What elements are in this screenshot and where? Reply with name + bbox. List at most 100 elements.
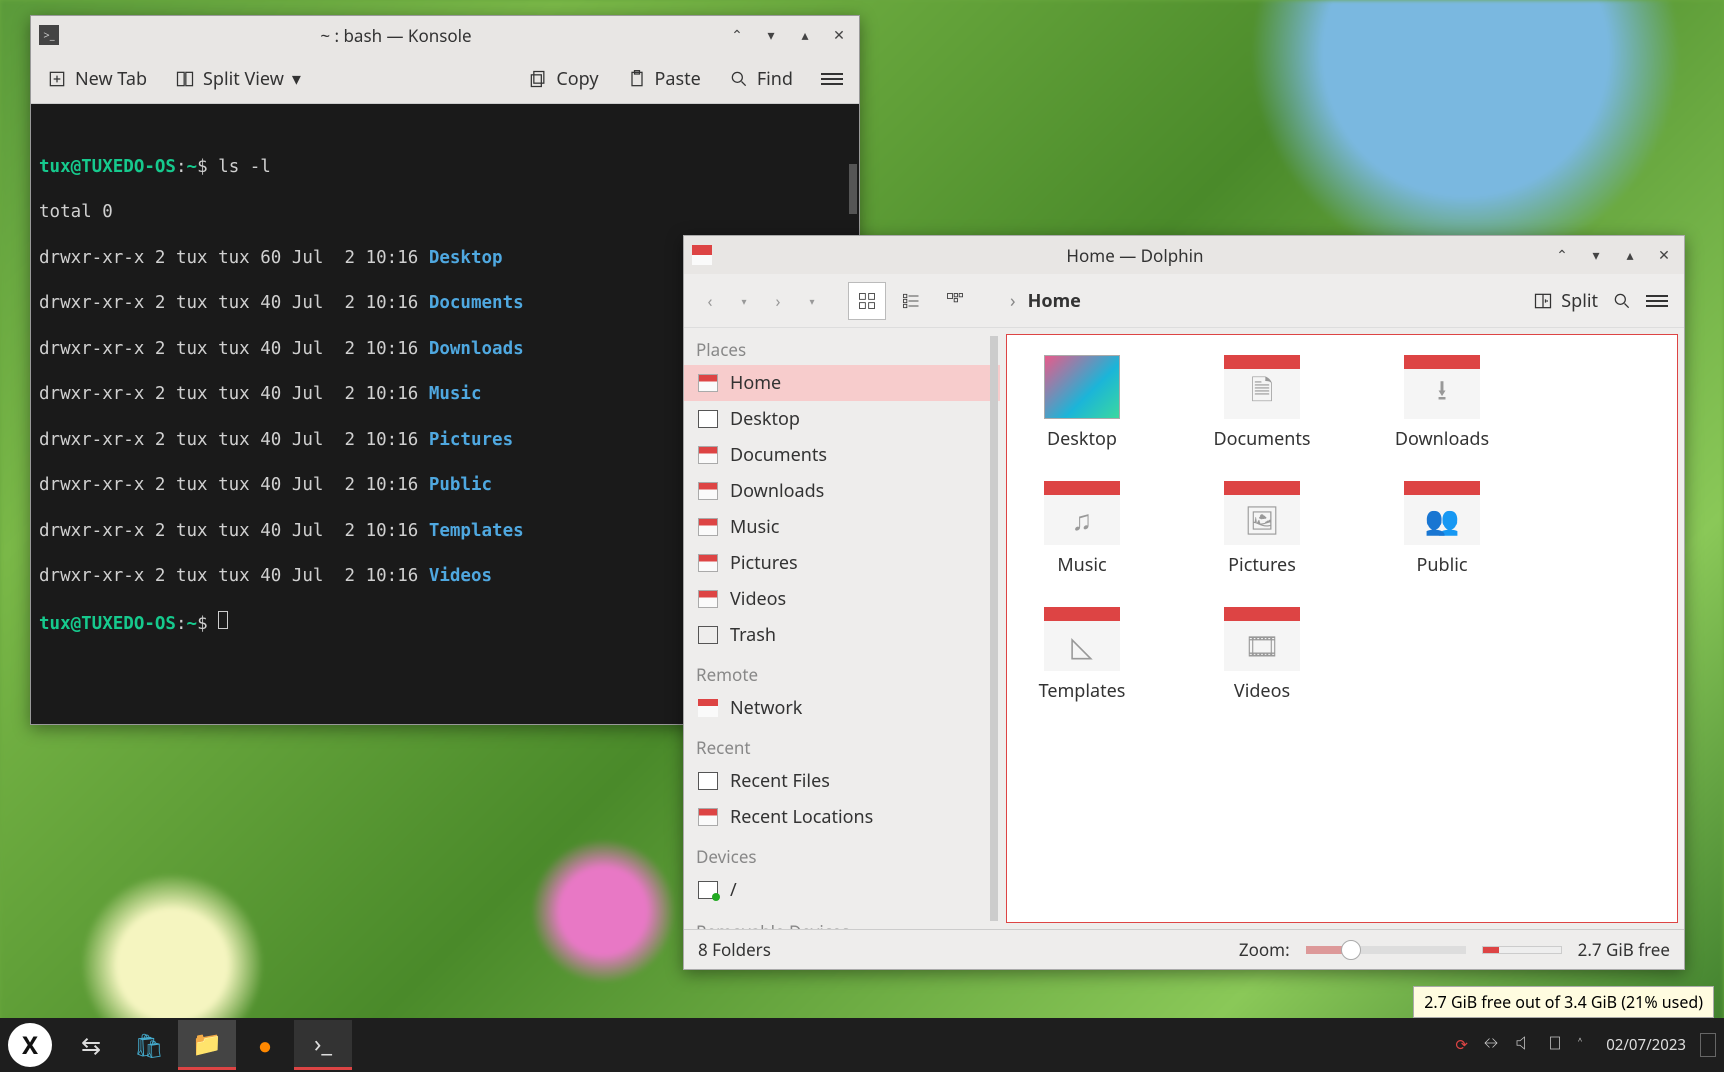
paste-button[interactable]: Paste xyxy=(623,61,705,97)
sidebar-item-root[interactable]: / xyxy=(684,872,1000,908)
folder-item-desktop[interactable]: Desktop xyxy=(1017,355,1147,451)
hamburger-icon xyxy=(1646,292,1668,310)
tray-network-icon[interactable] xyxy=(1482,1034,1500,1057)
tray-update-icon[interactable]: ⟳ xyxy=(1455,1035,1468,1055)
icons-view-button[interactable] xyxy=(848,282,886,320)
folder-item-downloads[interactable]: ⭳Downloads xyxy=(1377,355,1507,451)
konsole-titlebar[interactable]: >_ ~ : bash — Konsole ⌃ ▾ ▴ ✕ xyxy=(31,16,859,54)
split-label: Split xyxy=(1561,289,1598,313)
diskusage-mini xyxy=(1482,946,1562,954)
dolphin-titlebar[interactable]: Home — Dolphin ⌃ ▾ ▴ ✕ xyxy=(684,236,1684,274)
recent-header: Recent xyxy=(684,726,1000,763)
sidebar-item-music[interactable]: Music xyxy=(684,509,1000,545)
dolphin-mainpane[interactable]: Desktop 🗎Documents ⭳Downloads ♫Music 🖼Pi… xyxy=(1006,334,1678,923)
hamburger-button[interactable] xyxy=(1642,286,1672,316)
copy-label: Copy xyxy=(556,67,598,91)
sidebar-item-recentlocations[interactable]: Recent Locations xyxy=(684,799,1000,835)
sidebar-item-desktop[interactable]: Desktop xyxy=(684,401,1000,437)
splitview-button[interactable]: Split View ▾ xyxy=(171,61,305,97)
terminal-icon: >_ xyxy=(39,25,59,45)
sidebar-item-network[interactable]: Network xyxy=(684,690,1000,726)
zoom-slider[interactable] xyxy=(1306,946,1466,954)
newtab-button[interactable]: New Tab xyxy=(43,61,151,97)
back-button[interactable]: ‹ xyxy=(696,287,724,315)
sidebar-item-trash[interactable]: Trash xyxy=(684,617,1000,653)
folder-icon: 🖼 xyxy=(1224,481,1300,545)
folder-item-videos[interactable]: 🎞Videos xyxy=(1197,607,1327,703)
sidebar-scrollbar[interactable] xyxy=(990,336,998,921)
network-icon xyxy=(698,699,718,717)
dolphin-statusbar: 8 Folders Zoom: 2.7 GiB free xyxy=(684,929,1684,969)
tray-peek-icon[interactable] xyxy=(1700,1033,1716,1057)
folder-icon: 🗎 xyxy=(1224,355,1300,419)
close-icon[interactable]: ✕ xyxy=(1652,243,1676,267)
folder-icon: ♫ xyxy=(1044,481,1120,545)
sidebar-item-videos[interactable]: Videos xyxy=(684,581,1000,617)
konsole-toolbar: New Tab Split View ▾ Copy Paste Find xyxy=(31,54,859,104)
maximize-icon[interactable]: ▴ xyxy=(793,23,817,47)
sidebar-item-recentfiles[interactable]: Recent Files xyxy=(684,763,1000,799)
folder-icon xyxy=(698,518,718,536)
split-button[interactable]: Split xyxy=(1529,283,1602,319)
folder-item-music[interactable]: ♫Music xyxy=(1017,481,1147,577)
back-menu[interactable]: ▾ xyxy=(730,287,758,315)
task-firefox[interactable]: ● xyxy=(236,1020,294,1070)
folder-item-documents[interactable]: 🗎Documents xyxy=(1197,355,1327,451)
trash-icon xyxy=(698,626,718,644)
hamburger-icon xyxy=(821,70,843,88)
dolphin-sidebar: Places Home Desktop Documents Downloads … xyxy=(684,328,1000,929)
close-icon[interactable]: ✕ xyxy=(827,23,851,47)
folder-icon xyxy=(698,482,718,500)
task-dolphin[interactable]: 📁 xyxy=(178,1020,236,1070)
forward-button[interactable]: › xyxy=(764,287,792,315)
folder-icon xyxy=(698,446,718,464)
details-view-button[interactable] xyxy=(936,282,974,320)
keep-above-icon[interactable]: ⌃ xyxy=(725,23,749,47)
paste-label: Paste xyxy=(655,67,701,91)
sidebar-item-home[interactable]: Home xyxy=(684,365,1000,401)
maximize-icon[interactable]: ▴ xyxy=(1618,243,1642,267)
forward-menu[interactable]: ▾ xyxy=(798,287,826,315)
sidebar-item-downloads[interactable]: Downloads xyxy=(684,473,1000,509)
find-label: Find xyxy=(757,67,793,91)
chevron-right-icon: › xyxy=(1010,289,1016,313)
folder-icon: ◺ xyxy=(1044,607,1120,671)
folder-item-public[interactable]: 👥Public xyxy=(1377,481,1507,577)
desktop-icon xyxy=(698,410,718,428)
find-button[interactable]: Find xyxy=(725,61,797,97)
taskbar-clock[interactable]: 02/07/2023 xyxy=(1606,1036,1686,1054)
minimize-icon[interactable]: ▾ xyxy=(1584,243,1608,267)
sidebar-item-documents[interactable]: Documents xyxy=(684,437,1000,473)
dolphin-window: Home — Dolphin ⌃ ▾ ▴ ✕ ‹ ▾ › ▾ › Home Sp… xyxy=(683,235,1685,970)
breadcrumb-home[interactable]: Home xyxy=(1028,289,1081,313)
tray-clipboard-icon[interactable] xyxy=(1546,1034,1564,1057)
folder-item-pictures[interactable]: 🖼Pictures xyxy=(1197,481,1327,577)
tray-audio-icon[interactable] xyxy=(1514,1034,1532,1057)
folder-count: 8 Folders xyxy=(698,938,771,961)
compact-view-button[interactable] xyxy=(892,282,930,320)
folder-item-templates[interactable]: ◺Templates xyxy=(1017,607,1147,703)
minimize-icon[interactable]: ▾ xyxy=(759,23,783,47)
folder-icon xyxy=(698,554,718,572)
konsole-title: ~ : bash — Konsole xyxy=(67,24,725,47)
sidebar-item-pictures[interactable]: Pictures xyxy=(684,545,1000,581)
folder-icon xyxy=(692,245,712,265)
document-icon xyxy=(698,772,718,790)
tray-chevron-up-icon[interactable]: ˄ xyxy=(1578,1035,1582,1055)
app-launcher-button[interactable]: X xyxy=(8,1023,52,1067)
breadcrumb[interactable]: › Home xyxy=(980,289,1523,313)
copy-button[interactable]: Copy xyxy=(524,61,602,97)
task-konsole[interactable]: ›_ xyxy=(294,1020,352,1070)
terminal-scrollbar[interactable] xyxy=(849,164,857,214)
task-showdesktop[interactable]: ⇆ xyxy=(62,1020,120,1070)
task-discover[interactable]: 🛍 xyxy=(120,1020,178,1070)
zoom-label: Zoom: xyxy=(1239,938,1290,961)
taskbar: X ⇆ 🛍 📁 ● ›_ ⟳ ˄ 02/07/2023 xyxy=(0,1018,1724,1072)
search-button[interactable] xyxy=(1608,285,1636,317)
keep-above-icon[interactable]: ⌃ xyxy=(1550,243,1574,267)
hamburger-button[interactable] xyxy=(817,64,847,94)
folder-icon xyxy=(698,590,718,608)
cursor-icon xyxy=(218,611,228,629)
folder-icon xyxy=(698,808,718,826)
folder-icon xyxy=(1044,355,1120,419)
